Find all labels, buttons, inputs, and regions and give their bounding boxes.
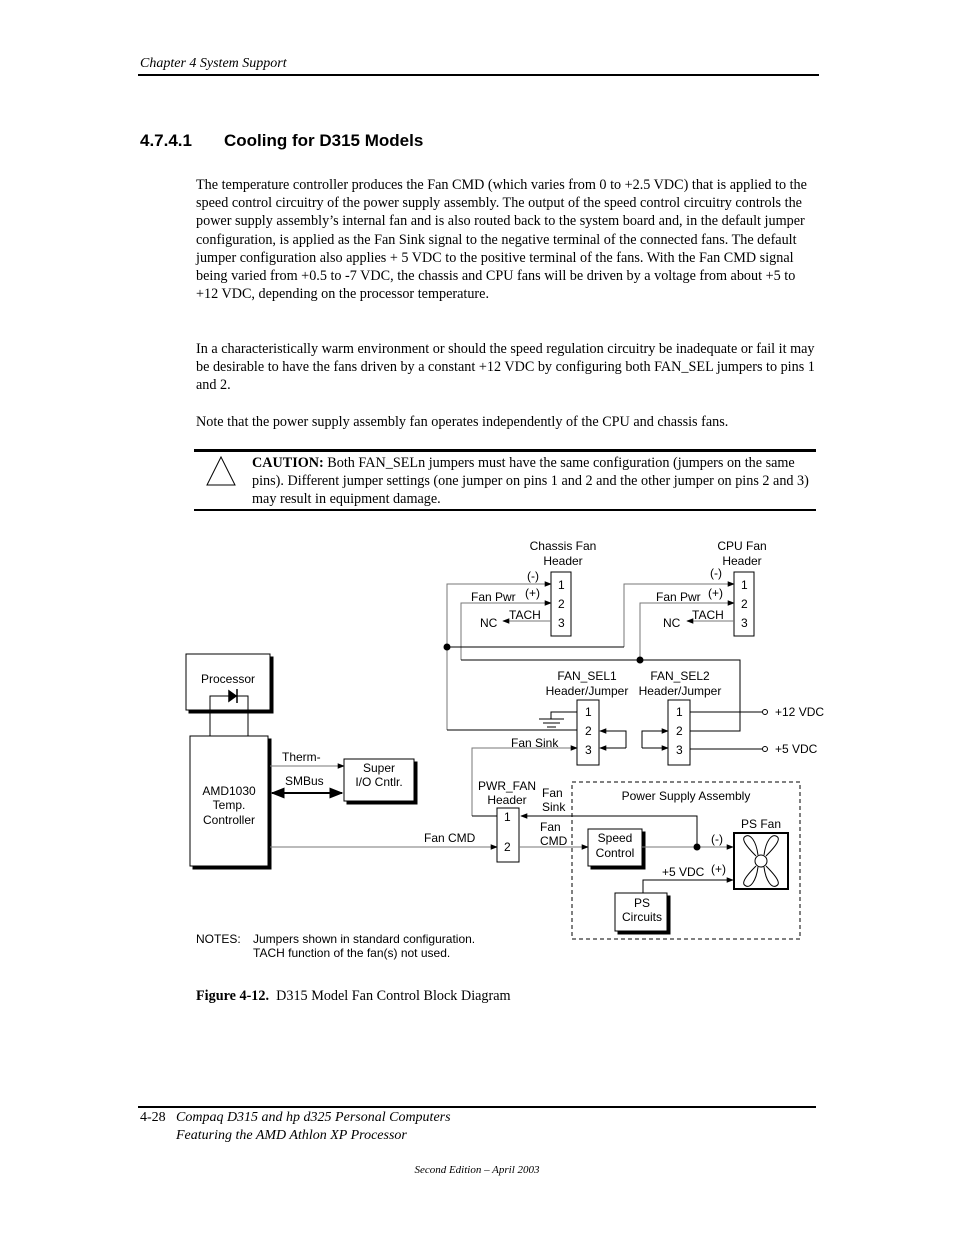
- page-number: 4-28: [140, 1110, 166, 1125]
- cpu-header-title-1: CPU Fan: [717, 539, 766, 553]
- chassis-minus-label: (-): [527, 569, 539, 583]
- fan-sel1-pin-3: 3: [585, 743, 592, 757]
- cpu-pin-2: 2: [741, 597, 748, 611]
- chassis-plus-label: (+): [525, 586, 540, 600]
- cpu-pin-1: 1: [741, 578, 748, 592]
- cpu-nc-label: NC: [663, 616, 681, 630]
- ground-icon: [539, 718, 564, 728]
- fan-sel2-pin-2: 2: [676, 724, 683, 738]
- footer-title-line-1: Compaq D315 and hp d325 Personal Compute…: [176, 1110, 451, 1125]
- temp-controller-line-1: AMD1030: [202, 784, 256, 798]
- note-2: TACH function of the fan(s) not used.: [253, 946, 450, 960]
- figure-caption: Figure 4-12. D315 Model Fan Control Bloc…: [196, 988, 511, 1005]
- fan-control-block-diagram: Chassis Fan Header 1 2 3 (-) (+) Fan Pwr…: [185, 539, 824, 960]
- edition-label: Second Edition – April 2003: [414, 1164, 540, 1176]
- cpu-header-title-2: Header: [722, 554, 761, 568]
- figure-title: D315 Model Fan Control Block Diagram: [269, 988, 511, 1004]
- ps-5v-wire: [642, 877, 734, 893]
- fan-sel2-pin-3: 3: [676, 743, 683, 757]
- pwr-fan-pin-2: 2: [504, 840, 511, 854]
- junction-dot: [443, 643, 451, 651]
- cpu-tach-label: TACH: [692, 608, 724, 622]
- ps-fan-plus: (+): [711, 862, 726, 876]
- speed-control-line-2: Control: [596, 846, 635, 860]
- super-io-line-1: Super: [363, 761, 395, 775]
- ps-circuits-line-1: PS: [634, 896, 650, 910]
- ps-fan-title: PS Fan: [741, 817, 781, 831]
- fan-sink-short-2: Sink: [542, 800, 566, 814]
- super-io-line-2: I/O Cntlr.: [355, 775, 402, 789]
- footer-title-line-2: Featuring the AMD Athlon XP Processor: [176, 1128, 407, 1143]
- fan-sel1-pin-2: 2: [585, 724, 592, 738]
- pwr-fan-pin-1: 1: [504, 810, 511, 824]
- v5-terminal: [762, 746, 768, 752]
- fan-sel1-title-2: Header/Jumper: [546, 684, 629, 698]
- cpu-minus-label: (-): [710, 566, 722, 580]
- fan-sel1-title-1: FAN_SEL1: [557, 669, 617, 683]
- pwr-fan-title-2: Header: [487, 793, 526, 807]
- chassis-fan-pwr-label: Fan Pwr: [471, 590, 516, 604]
- sel1-jumper: [599, 728, 627, 748]
- ps-5vdc-label: +5 VDC: [662, 865, 705, 879]
- v5-label: +5 VDC: [775, 742, 818, 756]
- chassis-pin-3: 3: [558, 616, 565, 630]
- chassis-header-title-1: Chassis Fan: [530, 539, 597, 553]
- notes-label: NOTES:: [196, 932, 241, 946]
- sel2-jumper: [641, 728, 669, 748]
- ps-circuits-line-2: Circuits: [622, 910, 662, 924]
- fan-sel2-title-2: Header/Jumper: [639, 684, 722, 698]
- chassis-minus-wire: [446, 581, 552, 730]
- fan-cmd-short-2: CMD: [540, 834, 568, 848]
- chassis-pin-2: 2: [558, 597, 565, 611]
- fan-sel2-pin-1: 1: [676, 705, 683, 719]
- note-1: Jumpers shown in standard configuration.: [253, 932, 475, 946]
- temp-controller-line-2: Temp.: [213, 798, 246, 812]
- chassis-pin-1: 1: [558, 578, 565, 592]
- therm-label: Therm-: [282, 750, 321, 764]
- fan-sel1-pin-1: 1: [585, 705, 592, 719]
- v12-label: +12 VDC: [775, 705, 824, 719]
- power-supply-assembly-label: Power Supply Assembly: [622, 789, 751, 803]
- fan-cmd-short-1: Fan: [540, 820, 561, 834]
- figure-label: Figure 4-12.: [196, 988, 270, 1004]
- fan-cmd-label: Fan CMD: [424, 831, 476, 845]
- ps-fan-box: [733, 832, 789, 890]
- chassis-tach-label: TACH: [509, 608, 541, 622]
- chassis-nc-label: NC: [480, 616, 498, 630]
- fan-sink-short-1: Fan: [542, 786, 563, 800]
- cpu-pin-3: 3: [741, 616, 748, 630]
- v12-terminal: [762, 709, 768, 715]
- junction-dot: [636, 656, 644, 664]
- ps-fan-minus: (-): [711, 832, 723, 846]
- cpu-plus-label: (+): [708, 586, 723, 600]
- junction-dot: [693, 843, 701, 851]
- chassis-header-title-2: Header: [543, 554, 582, 568]
- footer-rule: [138, 1106, 816, 1108]
- fan-sel2-title-1: FAN_SEL2: [650, 669, 710, 683]
- pwr-fan-title-1: PWR_FAN: [478, 779, 536, 793]
- ground-wire: [550, 711, 577, 719]
- smbus-label: SMBus: [285, 774, 324, 788]
- fan-sink-label: Fan Sink: [511, 736, 559, 750]
- temp-controller-line-3: Controller: [203, 813, 255, 827]
- processor-label: Processor: [201, 672, 255, 686]
- cpu-fan-pwr-label: Fan Pwr: [656, 590, 701, 604]
- speed-control-line-1: Speed: [598, 831, 633, 845]
